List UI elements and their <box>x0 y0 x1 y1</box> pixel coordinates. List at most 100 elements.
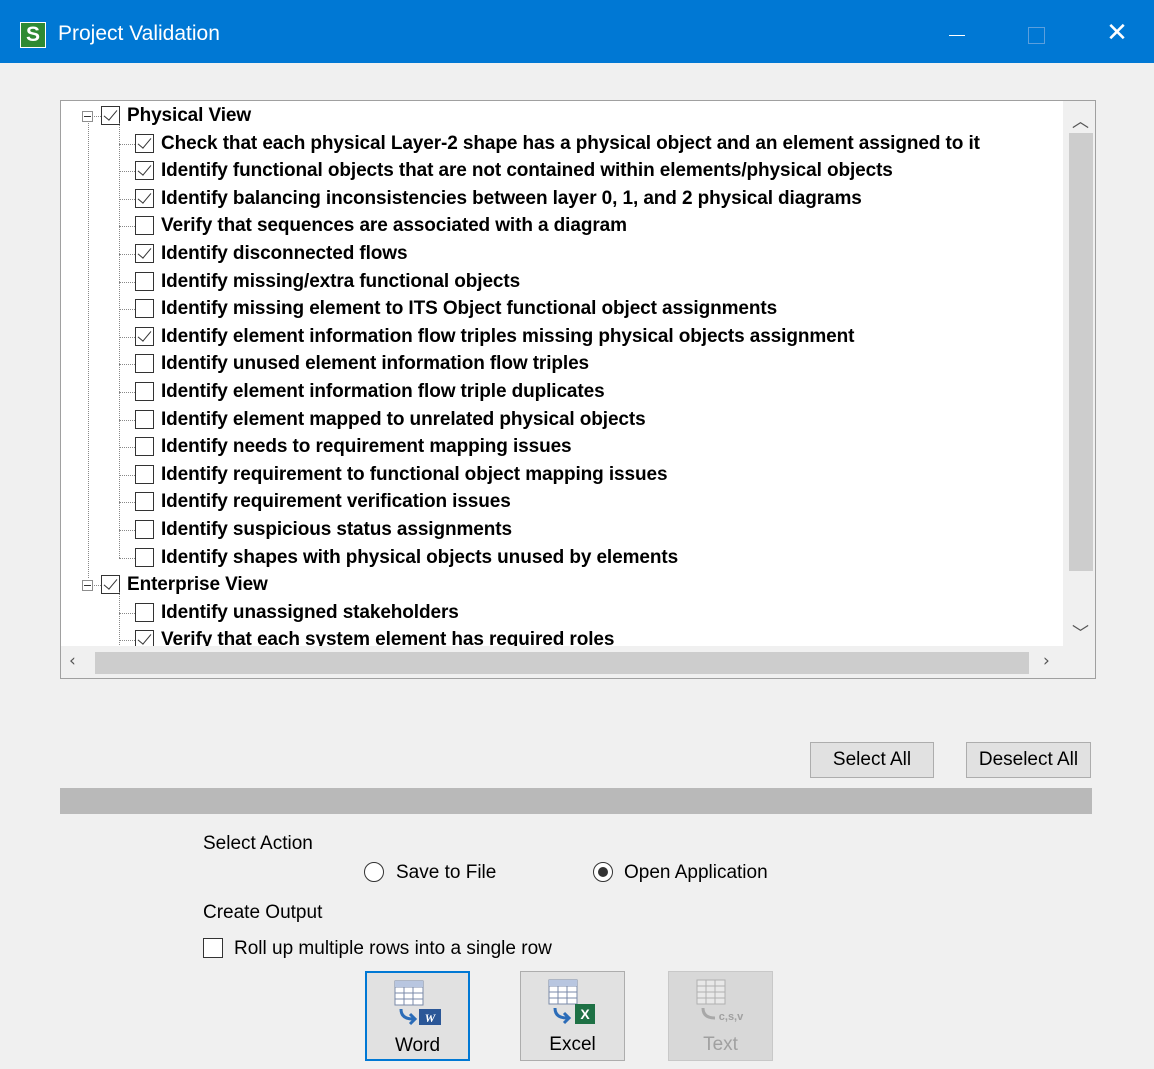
scroll-right-icon[interactable]: › <box>1043 651 1050 671</box>
scroll-left-icon[interactable]: ‹ <box>69 651 76 671</box>
maximize-button[interactable] <box>1015 16 1055 50</box>
tree-item-label: Identify functional objects that are not… <box>161 160 893 182</box>
tree-check-row[interactable]: Identify requirement to functional objec… <box>61 462 1063 489</box>
tree-rows: Physical View Check that each physical La… <box>61 101 1063 646</box>
scroll-up-icon[interactable]: ︿ <box>1072 107 1089 132</box>
word-button-label: Word <box>394 1035 441 1056</box>
tree-checkbox[interactable] <box>135 161 154 181</box>
rollup-label[interactable]: Roll up multiple rows into a single row <box>234 938 552 960</box>
tree-check-row[interactable]: Identify needs to requirement mapping is… <box>61 434 1063 461</box>
tree-check-row[interactable]: Identify balancing inconsistencies betwe… <box>61 186 1063 213</box>
save-to-file-label[interactable]: Save to File <box>396 862 496 884</box>
tree-connector <box>119 143 135 145</box>
horizontal-scrollbar[interactable]: ‹ › <box>61 646 1095 678</box>
tree-item-label: Identify missing element to ITS Object f… <box>161 298 778 320</box>
tree-item-label: Identify requirement verification issues <box>161 491 511 513</box>
tree-check-row[interactable]: Identify shapes with physical objects un… <box>61 545 1063 572</box>
tree-item-label: Identify missing/extra functional object… <box>161 270 521 292</box>
tree-connector <box>119 502 135 504</box>
tree-check-row[interactable]: Identify unused element information flow… <box>61 351 1063 378</box>
tree-check-row[interactable]: Identify missing/extra functional object… <box>61 269 1063 296</box>
tree-checkbox[interactable] <box>135 188 154 208</box>
validation-tree[interactable]: Physical View Check that each physical La… <box>60 100 1096 679</box>
tree-checkbox[interactable] <box>135 244 154 263</box>
tree-check-row[interactable]: Identify unassigned stakeholders <box>61 600 1063 627</box>
open-application-label[interactable]: Open Application <box>624 862 768 884</box>
rollup-checkbox[interactable] <box>203 938 223 958</box>
tree-connector <box>119 123 120 558</box>
tree-checkbox[interactable] <box>135 354 154 374</box>
tree-item-label: Identify element information flow triple… <box>161 381 605 402</box>
tree-checkbox[interactable] <box>135 409 154 429</box>
create-output-label: Create Output <box>203 902 323 923</box>
svg-text:c,s,v: c,s,v <box>719 1011 744 1023</box>
collapse-icon[interactable] <box>82 111 93 122</box>
tree-item-label: Physical View <box>127 105 252 126</box>
window-title: Project Validation <box>58 22 220 45</box>
tree-check-row[interactable]: Verify that each system element has requ… <box>61 627 1063 646</box>
word-document-icon: W <box>394 980 441 1026</box>
save-to-file-radio[interactable] <box>364 862 384 882</box>
tree-checkbox[interactable] <box>135 547 154 567</box>
open-application-radio[interactable] <box>593 862 613 882</box>
tree-check-row[interactable]: Identify element information flow triple… <box>61 379 1063 406</box>
tree-group-row[interactable]: Enterprise View <box>61 572 1063 599</box>
tree-checkbox[interactable] <box>135 520 154 539</box>
tree-item-label: Identify shapes with physical objects un… <box>161 546 679 568</box>
tree-check-row[interactable]: Identify disconnected flows <box>61 241 1063 268</box>
vertical-scroll-thumb[interactable] <box>1069 133 1093 571</box>
select-action-label: Select Action <box>203 833 313 854</box>
tree-check-row[interactable]: Identify suspicious status assignments <box>61 517 1063 544</box>
vertical-scrollbar[interactable]: ︿ ﹀ <box>1063 101 1095 646</box>
tree-connector <box>119 171 135 173</box>
tree-connector <box>119 447 135 449</box>
select-all-button[interactable]: Select All <box>810 742 934 778</box>
tree-checkbox[interactable] <box>135 271 154 291</box>
tree-connector <box>119 557 135 559</box>
tree-checkbox[interactable] <box>135 437 154 457</box>
close-button[interactable]: ✕ <box>1097 16 1137 50</box>
svg-text:X: X <box>580 1006 590 1022</box>
tree-connector <box>94 585 101 587</box>
tree-checkbox[interactable] <box>101 575 120 595</box>
tree-group-row[interactable]: Physical View <box>61 103 1063 130</box>
minimize-button[interactable] <box>936 16 976 50</box>
tree-checkbox[interactable] <box>135 492 154 512</box>
excel-spreadsheet-icon: X <box>548 979 595 1025</box>
tree-connector <box>119 198 135 200</box>
tree-checkbox[interactable] <box>135 464 154 484</box>
text-output-button[interactable]: c,s,v Text <box>668 971 773 1061</box>
tree-connector <box>119 392 135 393</box>
tree-checkbox[interactable] <box>135 326 154 346</box>
tree-checkbox[interactable] <box>135 216 154 236</box>
tree-checkbox[interactable] <box>135 382 154 401</box>
collapse-icon[interactable] <box>82 580 93 592</box>
tree-checkbox[interactable] <box>135 133 154 153</box>
tree-item-label: Verify that each system element has requ… <box>161 629 615 646</box>
tree-checkbox[interactable] <box>101 106 120 125</box>
tree-item-label: Verify that sequences are associated wit… <box>161 215 627 237</box>
tree-check-row[interactable]: Identify missing element to ITS Object f… <box>61 296 1063 323</box>
tree-connector <box>119 592 120 646</box>
csv-text-icon: c,s,v <box>696 979 744 1023</box>
excel-output-button[interactable]: X Excel <box>520 971 625 1061</box>
tree-checkbox[interactable] <box>135 630 154 646</box>
deselect-all-button[interactable]: Deselect All <box>966 742 1091 778</box>
tree-check-row[interactable]: Identify element information flow triple… <box>61 324 1063 351</box>
tree-checkbox[interactable] <box>135 602 154 622</box>
tree-item-label: Identify disconnected flows <box>161 243 408 264</box>
tree-check-row[interactable]: Identify element mapped to unrelated phy… <box>61 407 1063 434</box>
tree-connector <box>119 530 135 531</box>
tree-check-row[interactable]: Verify that sequences are associated wit… <box>61 213 1063 240</box>
tree-item-label: Identify suspicious status assignments <box>161 519 512 540</box>
scroll-down-icon[interactable]: ﹀ <box>1072 619 1089 644</box>
horizontal-scroll-thumb[interactable] <box>95 652 1029 674</box>
tree-check-row[interactable]: Identify functional objects that are not… <box>61 158 1063 185</box>
tree-check-row[interactable]: Check that each physical Layer-2 shape h… <box>61 131 1063 158</box>
tree-checkbox[interactable] <box>135 299 154 319</box>
tree-connector <box>119 474 135 476</box>
tree-check-row[interactable]: Identify requirement verification issues <box>61 489 1063 516</box>
tree-connector <box>119 364 135 366</box>
word-output-button[interactable]: W Word <box>365 971 470 1061</box>
tree-item-label: Identify balancing inconsistencies betwe… <box>161 187 862 209</box>
